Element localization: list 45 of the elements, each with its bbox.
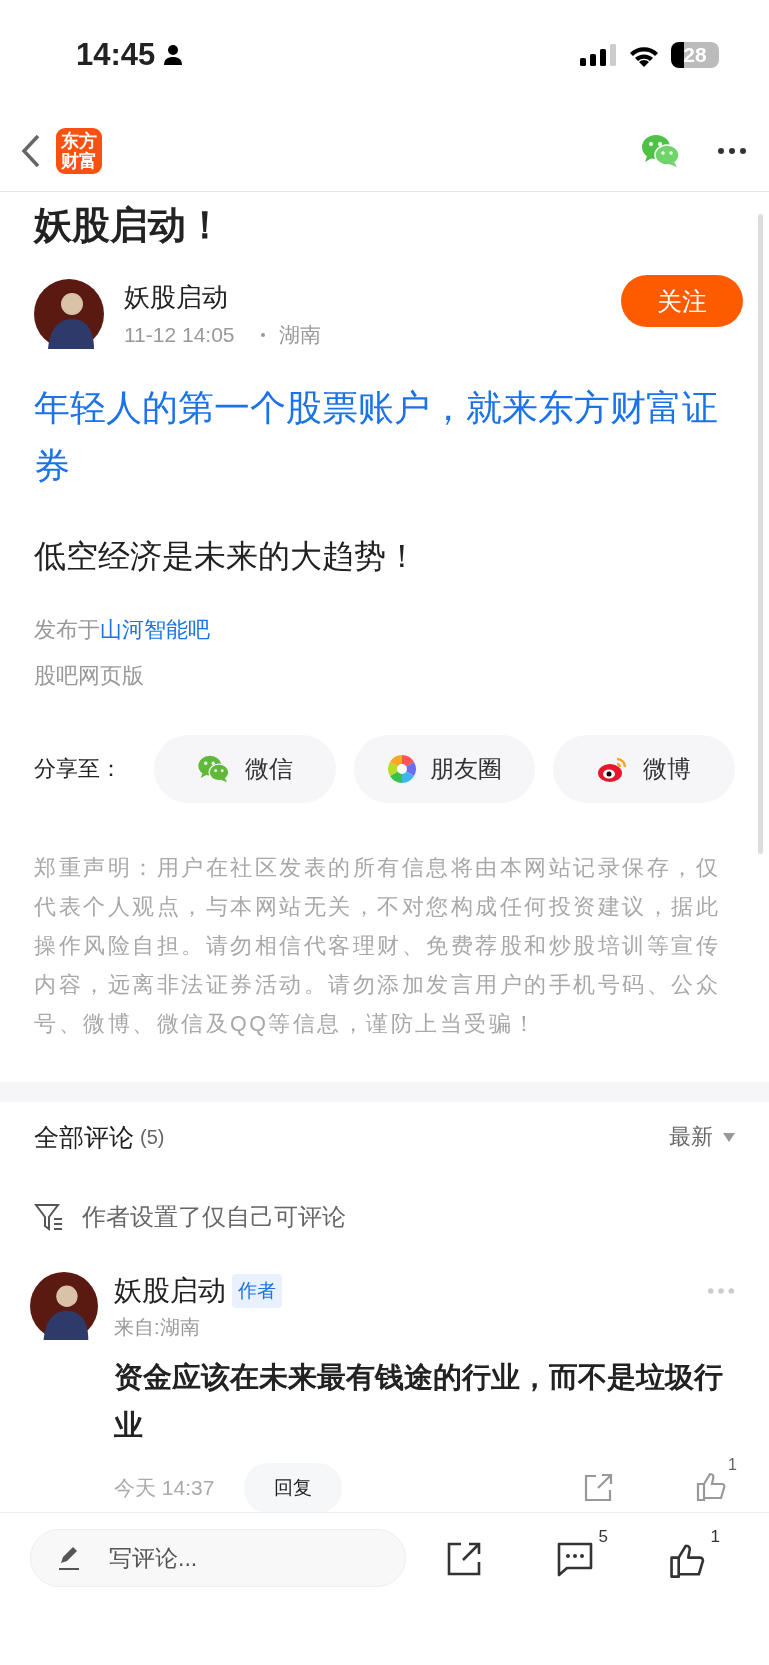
comment-restriction-note: 作者设置了仅自己可评论	[82, 1202, 346, 1232]
source-note: 股吧网页版	[34, 662, 145, 690]
post-location: 湖南	[278, 321, 321, 348]
filter-icon	[34, 1202, 64, 1232]
share-icon[interactable]	[446, 1541, 482, 1577]
avatar	[30, 1272, 98, 1340]
source-line: 发布于山河智能吧	[34, 616, 211, 644]
commenter-name[interactable]: 妖股启动	[114, 1272, 226, 1310]
share-button[interactable]: 微信	[154, 735, 336, 803]
avatar	[34, 279, 104, 349]
comment-input[interactable]: 写评论...	[30, 1529, 406, 1587]
sort-dropdown[interactable]: 最新	[669, 1122, 735, 1152]
reply-button[interactable]: 回复	[244, 1463, 343, 1512]
like-count-label: 1	[710, 1527, 720, 1547]
person-icon	[163, 44, 184, 66]
comment-icon[interactable]	[556, 1541, 594, 1577]
pencil-icon	[57, 1545, 81, 1571]
comment-text: 资金应该在未来最有钱途的行业，而不是垃圾行业	[114, 1360, 724, 1443]
article-title: 妖股启动！	[34, 203, 225, 248]
thumbs-up-icon[interactable]	[695, 1470, 727, 1502]
back-icon[interactable]	[20, 132, 42, 169]
disclaimer-text: 郑重声明：用户在社区发表的所有信息将由本网站记录保存，仅代表个人观点，与本网站无关，不对您构成任何投资建议，据此操作风险自担。请勿相信代客理财、免费荐股和炒股培训等宣传内容，远离非法证券活动。请勿添加发言用户的手机号码、公众号、微博、微信及QQ等信息，谨防上当受骗！	[34, 855, 721, 1038]
like-count: 1	[728, 1456, 737, 1474]
more-icon[interactable]	[717, 146, 747, 155]
share-button[interactable]: 朋友圈	[353, 735, 536, 803]
signal-icon	[579, 43, 617, 67]
wechat-icon	[196, 755, 231, 783]
caret-icon	[723, 1132, 735, 1142]
comment-location: 来自:湖南	[114, 1315, 201, 1340]
comments-heading: 全部评论	[34, 1121, 134, 1153]
share-button[interactable]: 微博	[553, 735, 735, 803]
comment-count-label: 5	[598, 1527, 608, 1547]
separator-dot	[260, 332, 265, 337]
comment-time: 今天 14:37	[114, 1475, 215, 1501]
author-name[interactable]: 妖股启动	[124, 279, 601, 315]
post-date: 11-12 14:05	[124, 322, 235, 347]
author-badge: 作者	[232, 1274, 282, 1308]
forum-link[interactable]: 山河智能吧	[100, 617, 210, 642]
ad-link[interactable]: 年轻人的第一个股票账户，就来东方财富证券	[34, 379, 735, 495]
status-time: 14:45	[76, 37, 156, 73]
article-body: 低空经济是未来的大趋势！	[34, 537, 419, 576]
battery-icon: 28	[671, 42, 719, 68]
aperture-icon	[387, 755, 416, 783]
comment-count: (5)	[140, 1125, 165, 1149]
share-label: 分享至：	[34, 755, 123, 783]
